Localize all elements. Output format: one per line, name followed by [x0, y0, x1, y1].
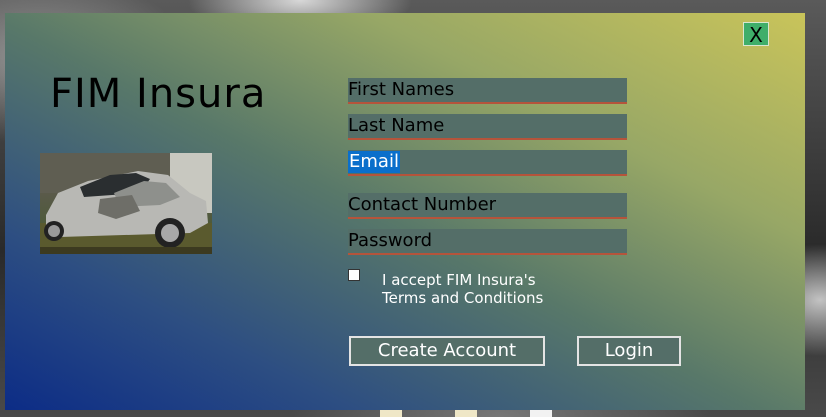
contact-number-text: Contact Number — [348, 194, 497, 215]
close-icon: X — [749, 23, 763, 47]
close-button[interactable]: X — [743, 22, 769, 47]
password-field[interactable]: Password — [348, 229, 627, 255]
last-name-field[interactable]: Last Name — [348, 114, 627, 140]
terms-label: I accept FIM Insura's Terms and Conditio… — [382, 271, 543, 307]
first-names-text: First Names — [348, 79, 455, 100]
create-account-button[interactable]: Create Account — [349, 336, 545, 366]
password-text: Password — [348, 230, 433, 251]
terms-line-2: Terms and Conditions — [382, 289, 544, 307]
terms-checkbox[interactable] — [348, 269, 360, 281]
contact-number-field[interactable]: Contact Number — [348, 193, 627, 219]
brand-title: FIM Insura — [50, 71, 267, 117]
background-detail — [455, 409, 477, 417]
login-button[interactable]: Login — [577, 336, 681, 366]
email-text-selected: Email — [348, 151, 400, 173]
email-field[interactable]: Email — [348, 150, 627, 176]
background-detail — [380, 409, 402, 417]
signup-dialog: X FIM Insura First Names Last Name Email… — [5, 13, 805, 410]
terms-line-1: I accept FIM Insura's — [382, 271, 536, 289]
last-name-text: Last Name — [348, 115, 445, 136]
first-names-field[interactable]: First Names — [348, 78, 627, 104]
damaged-car-image — [40, 153, 212, 254]
